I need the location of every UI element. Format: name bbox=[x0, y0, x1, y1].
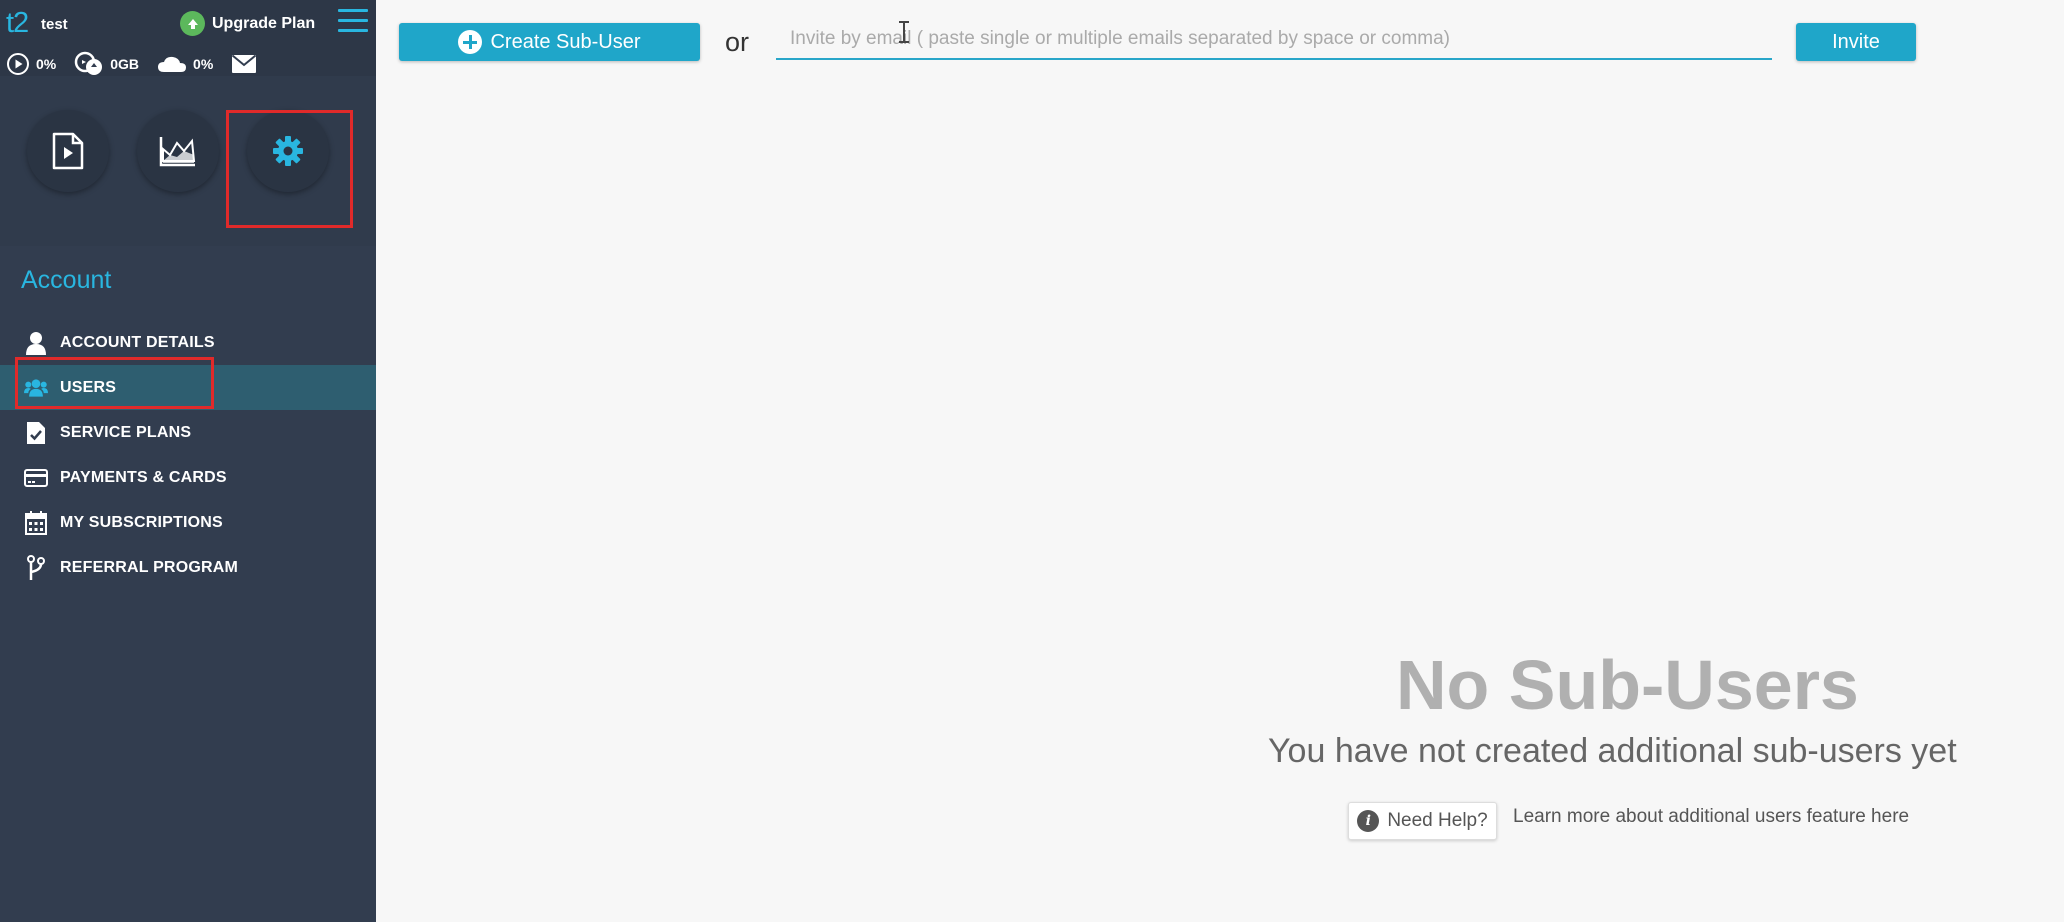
upgrade-plan-label: Upgrade Plan bbox=[212, 14, 316, 32]
play-circle-icon bbox=[7, 53, 29, 75]
sidebar-item-label: REFERRAL PROGRAM bbox=[60, 558, 239, 576]
sidebar-item-payments-cards[interactable]: PAYMENTS & CARDS bbox=[0, 455, 376, 500]
calendar-icon bbox=[24, 510, 48, 536]
invite-button[interactable]: Invite bbox=[1796, 23, 1916, 61]
users-highlight-box bbox=[15, 357, 214, 409]
info-icon: i bbox=[1357, 810, 1380, 832]
usage-stats: 0% 0GB 0% bbox=[6, 51, 275, 77]
sidebar-item-label: SERVICE PLANS bbox=[60, 423, 192, 441]
cloud-icon bbox=[158, 56, 187, 72]
learn-more-link[interactable]: Learn more about additional users featur… bbox=[1513, 806, 1909, 828]
upgrade-arrow-icon bbox=[180, 11, 205, 36]
storage-stat: 0GB bbox=[74, 51, 139, 77]
empty-state-title: No Sub-Users bbox=[1396, 646, 1859, 724]
upgrade-plan-button[interactable]: Upgrade Plan bbox=[180, 11, 315, 36]
sidebar-item-label: PAYMENTS & CARDS bbox=[60, 468, 227, 486]
app-logo[interactable]: t2 bbox=[6, 7, 29, 40]
storage-stat-value: 0GB bbox=[110, 56, 140, 72]
sidebar-item-label: ACCOUNT DETAILS bbox=[60, 333, 215, 351]
username: test bbox=[41, 16, 68, 33]
sidebar-topbar: t2 test Upgrade Plan 0% 0GB 0% bbox=[0, 0, 376, 76]
credit-card-icon bbox=[24, 465, 48, 491]
settings-highlight-box bbox=[226, 110, 353, 228]
cloud-stat: 0% bbox=[157, 55, 213, 73]
branch-icon bbox=[24, 554, 48, 581]
or-separator: or bbox=[725, 27, 750, 57]
sidebar-item-referral-program[interactable]: REFERRAL PROGRAM bbox=[0, 545, 376, 590]
cloud-stat-value: 0% bbox=[193, 56, 214, 72]
analytics-chart-icon bbox=[159, 137, 196, 167]
need-help-button[interactable]: i Need Help? bbox=[1348, 802, 1497, 840]
hamburger-menu-icon[interactable] bbox=[338, 6, 368, 36]
user-icon bbox=[24, 330, 48, 356]
text-cursor-icon bbox=[899, 21, 909, 43]
playback-stat: 0% bbox=[6, 52, 56, 76]
messages[interactable] bbox=[231, 54, 257, 74]
document-check-icon bbox=[24, 420, 48, 446]
playback-stat-value: 0% bbox=[36, 56, 57, 72]
create-sub-user-label: Create Sub-User bbox=[490, 30, 641, 53]
sidebar-item-label: MY SUBSCRIPTIONS bbox=[60, 513, 223, 531]
empty-state-subtitle: You have not created additional sub-user… bbox=[1268, 732, 1957, 770]
sidebar: t2 test Upgrade Plan 0% 0GB 0% Account A… bbox=[0, 0, 376, 922]
plus-circle-icon bbox=[458, 30, 483, 54]
mode-video-button[interactable] bbox=[27, 110, 109, 192]
envelope-icon[interactable] bbox=[231, 54, 257, 74]
need-help-label: Need Help? bbox=[1387, 810, 1488, 831]
create-sub-user-button[interactable]: Create Sub-User bbox=[399, 23, 700, 61]
video-file-icon bbox=[52, 132, 84, 170]
section-title: Account bbox=[21, 266, 112, 294]
sidebar-item-my-subscriptions[interactable]: MY SUBSCRIPTIONS bbox=[0, 500, 376, 545]
invite-email-input[interactable] bbox=[776, 20, 1772, 60]
mode-analytics-button[interactable] bbox=[137, 110, 219, 192]
sidebar-item-service-plans[interactable]: SERVICE PLANS bbox=[0, 410, 376, 455]
storage-icon bbox=[74, 51, 103, 75]
